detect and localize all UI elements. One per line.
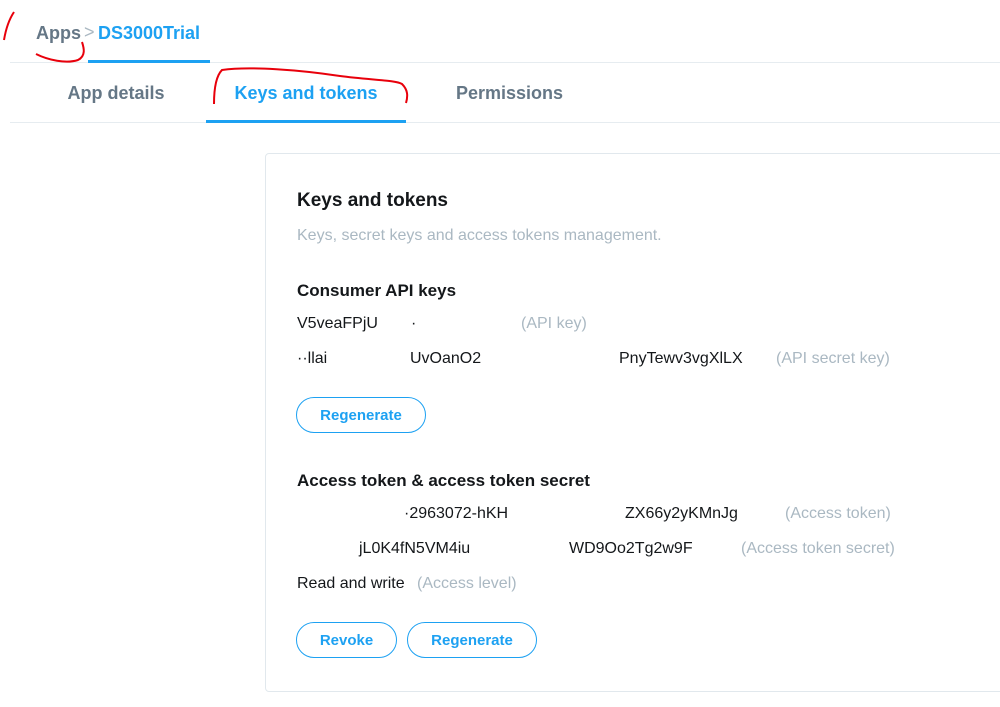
api-key-value-part: V5veaFPjU [297,315,378,332]
revoke-access-token-button[interactable]: Revoke [296,622,397,658]
regenerate-access-token-button[interactable]: Regenerate [407,622,537,658]
api-secret-value-part: UvOanO2 [410,350,482,367]
tab-permissions[interactable]: Permissions [456,62,563,120]
api-secret-hint: (API secret key) [776,350,890,367]
breadcrumb-apps-link[interactable]: Apps [36,23,81,44]
tab-app-details[interactable]: App details [60,62,172,120]
api-key-row: V5veaFPjU · (API key) [297,315,997,337]
access-token-value-part: ·2963072-hKH [404,505,509,522]
app-keys-page: Apps > DS3000Trial App details Keys and … [0,0,1000,707]
access-token-value-part: ZX66y2yKMnJg [625,505,738,522]
access-token-secret-row: jL0K4fN5VM4iu WD9Oo2Tg2w9F (Access token… [297,540,997,562]
api-secret-value-part: ··llai [297,350,328,367]
tab-bar: App details Keys and tokens Permissions [10,62,1000,123]
access-level-hint: (Access level) [417,575,517,592]
access-token-secret-hint: (Access token secret) [741,540,895,557]
keys-and-tokens-card: Keys and tokens Keys, secret keys and ac… [265,153,1000,692]
breadcrumb: Apps > DS3000Trial [10,0,1000,63]
api-secret-row: ··llai UvOanO2 PnyTewv3vgXlLX (API secre… [297,350,997,372]
api-secret-value-part: PnyTewv3vgXlLX [619,350,743,367]
access-token-heading: Access token & access token secret [297,471,590,490]
breadcrumb-current-app[interactable]: DS3000Trial [88,0,210,63]
tab-label: Keys and tokens [234,83,378,103]
regenerate-consumer-keys-button[interactable]: Regenerate [296,397,426,433]
card-title: Keys and tokens [297,190,448,211]
tab-keys-and-tokens[interactable]: Keys and tokens [206,62,406,123]
access-token-secret-value-part: jL0K4fN5VM4iu [359,540,471,557]
api-key-value-part: · [411,315,417,332]
card-subtitle: Keys, secret keys and access tokens mana… [297,227,662,244]
breadcrumb-current-label: DS3000Trial [97,23,201,43]
access-token-row: ·2963072-hKH ZX66y2yKMnJg (Access token) [297,505,997,527]
access-level-value: Read and write [297,575,405,592]
access-token-hint: (Access token) [785,505,891,522]
tab-label: Permissions [456,83,564,103]
tab-label: App details [67,83,165,103]
access-level-row: Read and write (Access level) [297,575,997,597]
access-token-secret-value-part: WD9Oo2Tg2w9F [569,540,693,557]
consumer-api-keys-heading: Consumer API keys [297,281,457,300]
api-key-hint: (API key) [521,315,587,332]
